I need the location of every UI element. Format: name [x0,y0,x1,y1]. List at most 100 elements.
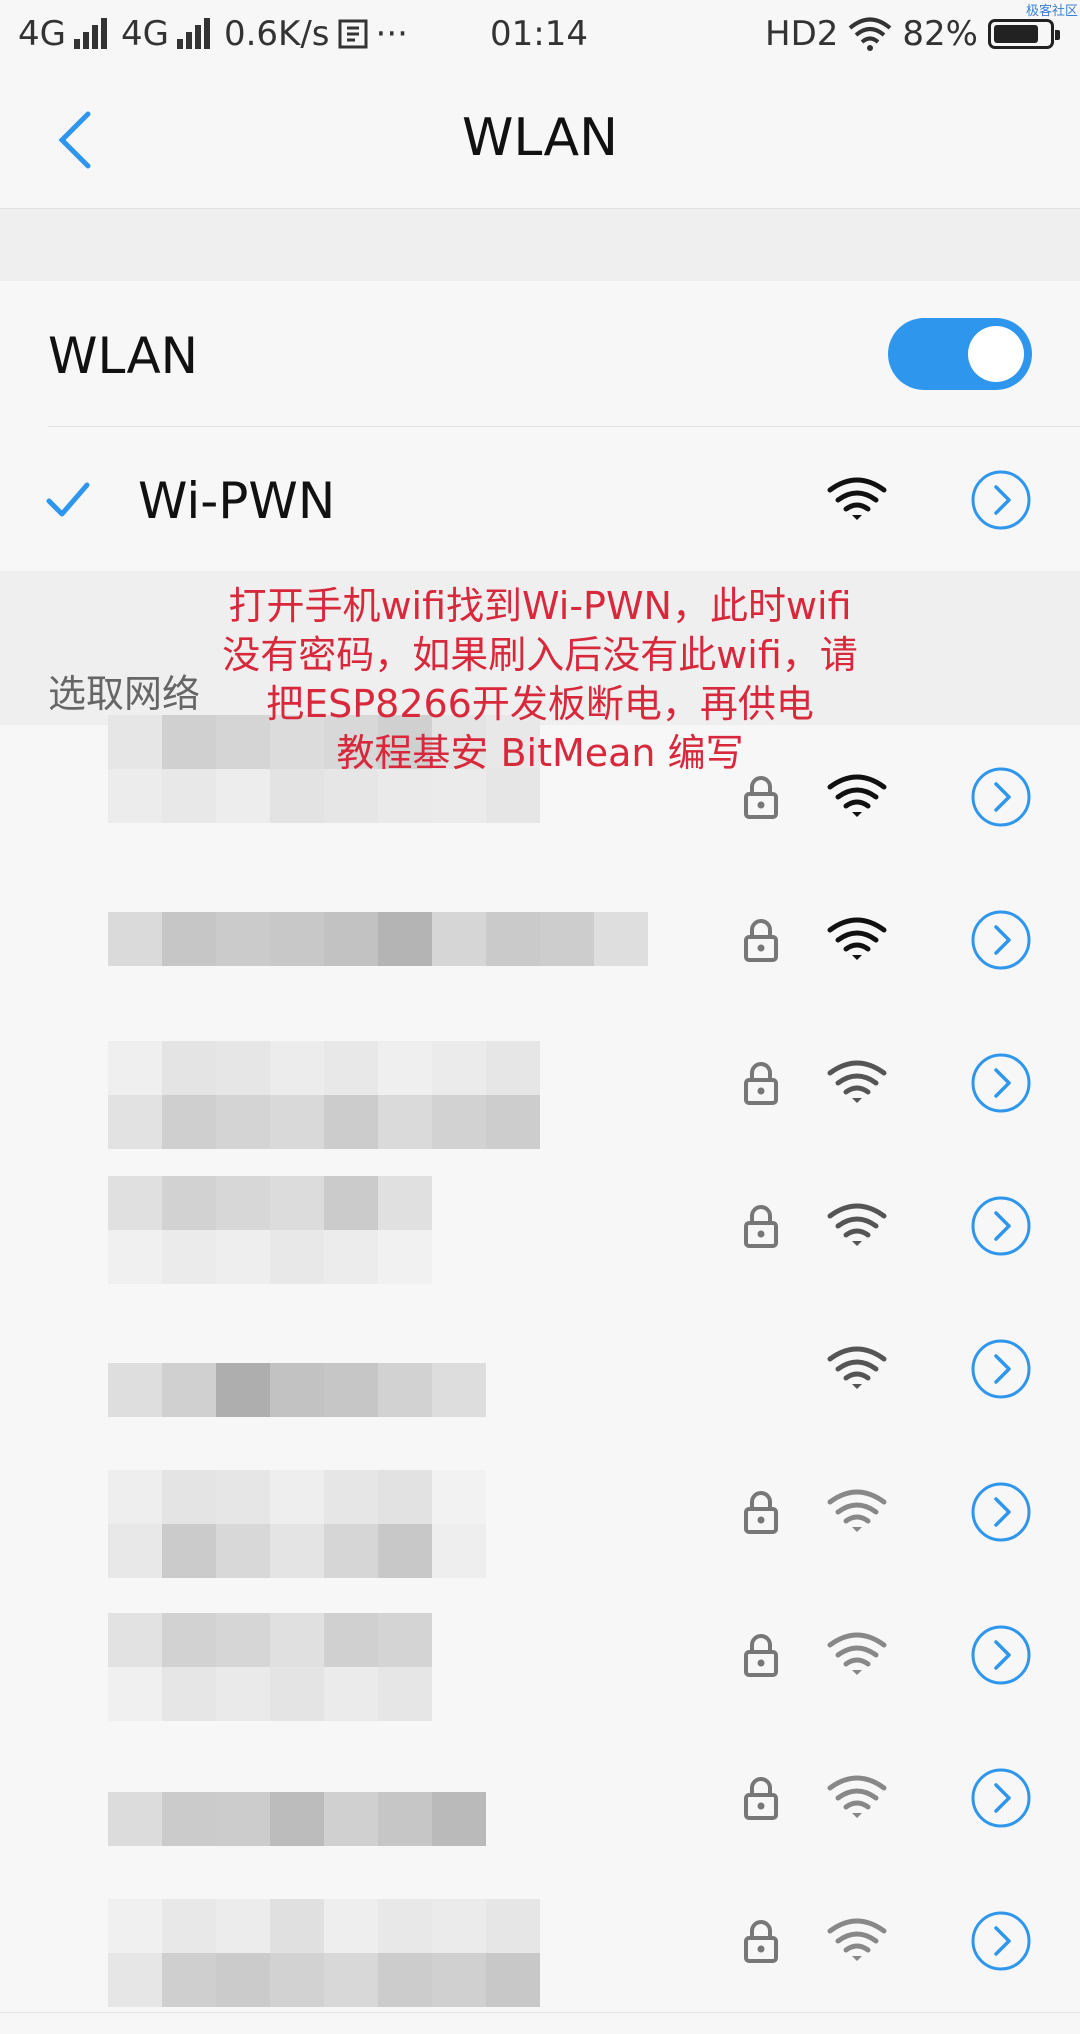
wifi-signal-icon [827,1918,887,1961]
pixel-block [108,1899,162,1953]
pixel-block [108,912,162,966]
pixel-block [108,1230,162,1284]
details-arrow-icon[interactable] [970,1624,1032,1686]
pixel-block [270,1524,324,1578]
annotation-line-3: 把ESP8266开发板断电，再供电 [266,682,814,726]
lock-icon [744,776,778,819]
annotation-line-4: 教程基安 BitMean 编写 [336,731,744,775]
pixel-block [432,912,486,966]
lock-icon [744,1062,778,1105]
lock-icon [744,1634,778,1677]
pixel-block [270,1899,324,1953]
network-row[interactable] [0,1297,1080,1441]
pixel-block [270,1095,324,1149]
status-time: 01:14 [490,14,588,54]
status-bar: 4G 4G 0.6K/s ··· 01:14 HD2 82% 极客社区 [0,0,1080,72]
battery-percent: 82% [902,14,978,54]
pixel-block [108,1470,162,1524]
pixel-block [432,1524,486,1578]
network-row[interactable] [0,1726,1080,1870]
pixel-block [270,1792,324,1846]
network-row[interactable] [0,1869,1080,2013]
pixel-block [378,1041,432,1095]
network-row[interactable] [0,1440,1080,1584]
pixel-block [432,1470,486,1524]
pixel-block [162,1524,216,1578]
pixel-block [378,1667,432,1721]
pixel-block [216,1524,270,1578]
pixel-block [162,1899,216,1953]
pixel-block [162,1613,216,1667]
pixel-block [324,1899,378,1953]
details-arrow-icon[interactable] [970,469,1032,531]
pixel-block [324,1792,378,1846]
details-arrow-icon[interactable] [970,1910,1032,1972]
network-row[interactable] [0,1583,1080,1727]
pixel-block [270,1041,324,1095]
details-arrow-icon[interactable] [970,1195,1032,1257]
pixel-block [270,1363,324,1417]
pixel-block [378,1230,432,1284]
pixel-block [108,1792,162,1846]
pixel-block [108,1363,162,1417]
pixel-block [108,1953,162,2007]
pixel-block [162,1953,216,2007]
pixel-block [162,1176,216,1230]
pixel-block [324,1524,378,1578]
connected-network-name: Wi-PWN [138,472,336,530]
wifi-signal-icon [827,1632,887,1675]
pixel-block [216,1363,270,1417]
pixel-block [270,1613,324,1667]
pixel-block [162,1041,216,1095]
lock-icon [744,1777,778,1820]
pixel-block [162,1095,216,1149]
pixel-block [108,1613,162,1667]
wifi-signal-icon [827,1203,887,1246]
details-arrow-icon[interactable] [970,1767,1032,1829]
annotation-line-2: 没有密码，如果刷入后没有此wifi，请 [222,633,858,677]
pixel-block [378,1792,432,1846]
wlan-switch[interactable] [888,318,1032,390]
details-arrow-icon[interactable] [970,1052,1032,1114]
battery-icon [988,19,1060,49]
pixel-block [270,912,324,966]
app-header: WLAN [0,72,1080,209]
pixel-block [216,1470,270,1524]
pixel-block [378,1899,432,1953]
spacer [0,209,1080,281]
pixel-block [270,1667,324,1721]
pixel-block [378,1613,432,1667]
pixel-block [378,1524,432,1578]
wifi-signal-icon [827,1346,887,1389]
pixel-block [432,1953,486,2007]
pixel-block [378,1363,432,1417]
details-arrow-icon[interactable] [970,909,1032,971]
pixel-block [162,912,216,966]
pixel-block [216,1667,270,1721]
pixel-block [378,1176,432,1230]
network-row[interactable] [0,1154,1080,1298]
details-arrow-icon[interactable] [970,1481,1032,1543]
pixel-block [432,1363,486,1417]
annotation-text: 打开手机wifi找到Wi-PWN，此时wifi 没有密码，如果刷入后没有此wif… [90,582,990,778]
lock-icon [744,1920,778,1963]
more-status: ··· [375,14,408,54]
pixel-block [432,1899,486,1953]
pixel-block [216,1792,270,1846]
wifi-signal-icon [827,1060,887,1103]
network-type-2: 4G [120,14,169,54]
wifi-signal-icon [827,1775,887,1818]
pixel-block [216,1613,270,1667]
pixel-block [486,912,540,966]
network-speed: 0.6K/s [223,14,330,54]
details-arrow-icon[interactable] [970,1338,1032,1400]
network-row[interactable] [0,868,1080,1012]
pixel-block [216,1899,270,1953]
pixel-block [432,1792,486,1846]
pixel-block [162,1470,216,1524]
wifi-signal-icon [827,1489,887,1532]
pixel-block [216,1095,270,1149]
watermark: 极客社区 [1025,4,1078,19]
pixel-block [324,1095,378,1149]
network-row[interactable] [0,1011,1080,1155]
